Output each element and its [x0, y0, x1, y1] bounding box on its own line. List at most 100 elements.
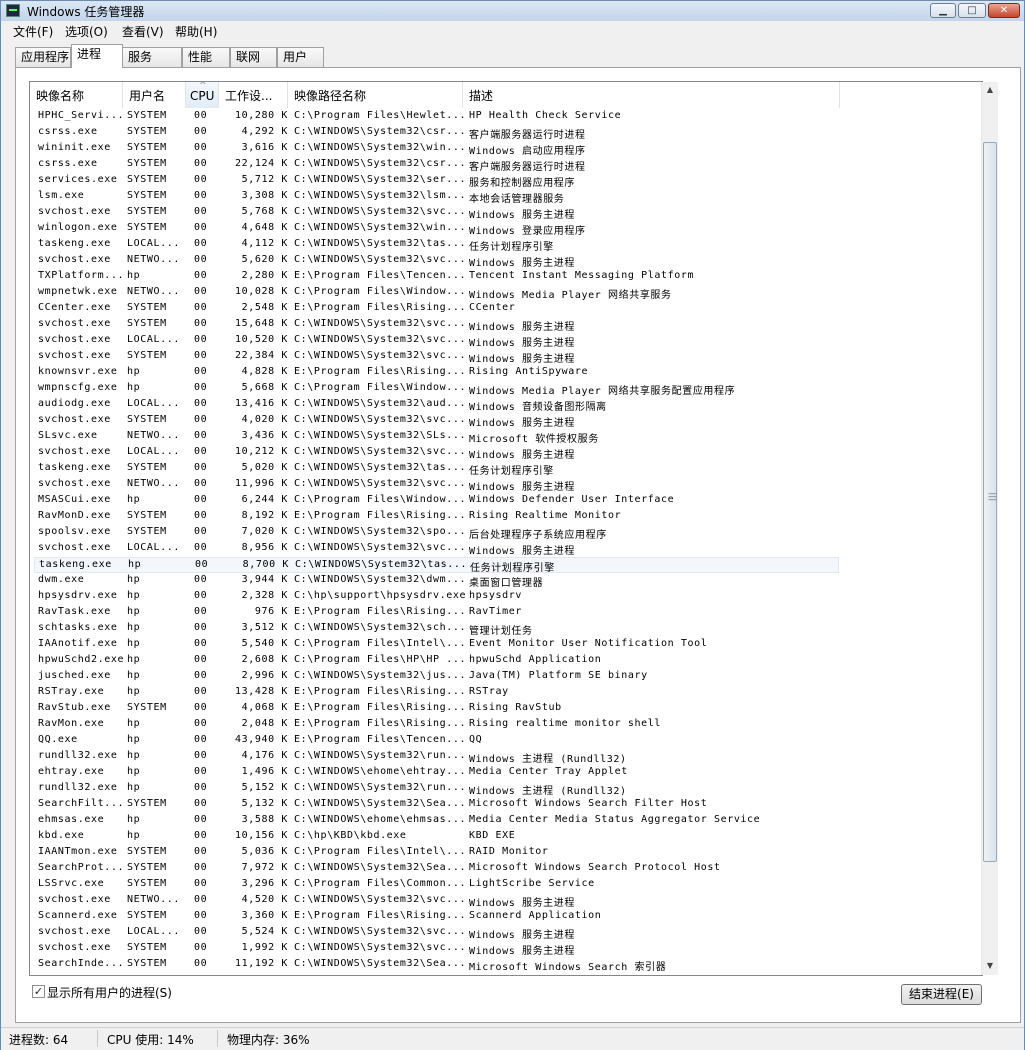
process-row[interactable]: audiodg.exe LOCAL... 00 13,416 K C:\WINDOWS\… — [34, 397, 839, 413]
process-row[interactable]: taskeng.exe hp 00 8,700 K C:\WINDOWS\System3… — [34, 557, 839, 574]
col-header-memory[interactable]: 工作设... — [219, 82, 288, 108]
process-row[interactable]: svchost.exe SYSTEM 00 4,020 K C:\WINDOWS\Sys… — [34, 413, 839, 429]
process-row[interactable]: IAAnotif.exe hp 00 5,540 K C:\Program Files\… — [34, 637, 839, 653]
process-row[interactable]: svchost.exe LOCAL... 00 8,956 K C:\WINDOWS\S… — [34, 541, 839, 557]
process-row[interactable]: RavTask.exe hp 00 976 K E:\Program Files\Ris… — [34, 605, 839, 621]
process-row[interactable]: knownsvr.exe hp 00 4,828 K E:\Program Files\… — [34, 365, 839, 381]
process-row[interactable]: taskeng.exe SYSTEM 00 5,020 K C:\WINDOWS\Sys… — [34, 461, 839, 477]
process-row[interactable]: SLsvc.exe NETWO... 00 3,436 K C:\WINDOWS\Sys… — [34, 429, 839, 445]
menu-file[interactable]: 文件(F) — [13, 23, 53, 40]
process-row[interactable]: svchost.exe SYSTEM 00 15,648 K C:\WINDOWS\Sy… — [34, 317, 839, 333]
process-row[interactable]: SearchFilt... SYSTEM 00 5,132 K C:\WINDOWS\S… — [34, 797, 839, 813]
process-row[interactable]: svchost.exe LOCAL... 00 10,212 K C:\WINDOWS\… — [34, 445, 839, 461]
process-row[interactable]: MSASCui.exe hp 00 6,244 K C:\Program Files\W… — [34, 493, 839, 509]
process-row[interactable]: Scannerd.exe SYSTEM 00 3,360 K E:\Program Fi… — [34, 909, 839, 925]
process-row[interactable]: hpwuSchd2.exe hp 00 2,608 K C:\Program Files… — [34, 653, 839, 669]
maximize-icon[interactable]: □ — [958, 3, 986, 18]
process-row[interactable]: kbd.exe hp 00 10,156 K C:\hp\KBD\kbd.exe KBD … — [34, 829, 839, 845]
process-row[interactable]: rundll32.exe hp 00 5,152 K C:\WINDOWS\System… — [34, 781, 839, 797]
col-header-cpu[interactable]: ^ CPU — [186, 82, 219, 108]
process-cpu: 00 — [194, 878, 208, 889]
process-cpu: 00 — [194, 190, 208, 201]
process-row[interactable]: QQ.exe hp 00 43,940 K E:\Program Files\Tence… — [34, 733, 839, 749]
process-description: LightScribe Service — [469, 878, 595, 889]
process-row[interactable]: RavStub.exe SYSTEM 00 4,068 K E:\Program Fil… — [34, 701, 839, 717]
col-header-description[interactable]: 描述 — [463, 82, 840, 108]
process-row[interactable]: SearchInde... SYSTEM 00 11,192 K C:\WINDOWS\… — [34, 957, 839, 973]
process-row[interactable]: svchost.exe SYSTEM 00 1,992 K C:\WINDOWS\Sys… — [34, 941, 839, 957]
process-user: hp — [127, 382, 141, 393]
process-row[interactable]: RavMon.exe hp 00 2,048 K E:\Program Files\Ri… — [34, 717, 839, 733]
tab-applications[interactable]: 应用程序 — [15, 47, 71, 67]
process-description: Windows 音频设备图形隔离 — [469, 402, 607, 413]
end-process-button[interactable]: 结束进程(E) — [901, 984, 982, 1005]
scroll-down-icon[interactable]: ▼ — [982, 958, 998, 974]
col-header-image-path[interactable]: 映像路径名称 — [288, 82, 463, 108]
process-row[interactable]: jusched.exe hp 00 2,996 K C:\WINDOWS\System3… — [34, 669, 839, 685]
process-row[interactable]: wininit.exe SYSTEM 00 3,616 K C:\WINDOWS\Sys… — [34, 141, 839, 157]
process-list[interactable]: 映像名称 用户名 ^ CPU 工作设... 映像路径名称 描述 HPHC_Ser… — [29, 81, 983, 976]
process-user: SYSTEM — [127, 526, 167, 537]
process-description: Windows Media Player 网络共享服务配置应用程序 — [469, 386, 736, 397]
process-row[interactable]: svchost.exe NETWO... 00 11,996 K C:\WINDOWS\… — [34, 477, 839, 493]
process-row[interactable]: LSSrvc.exe SYSTEM 00 3,296 K C:\Program File… — [34, 877, 839, 893]
close-icon[interactable]: ✕ — [988, 3, 1020, 18]
menu-options[interactable]: 选项(O) — [65, 23, 108, 40]
process-memory: 13,416 K — [235, 398, 288, 409]
process-memory: 7,972 K — [241, 862, 288, 873]
col-header-user[interactable]: 用户名 — [123, 82, 186, 108]
col-header-image-name[interactable]: 映像名称 — [30, 82, 123, 108]
tab-users[interactable]: 用户 — [277, 47, 324, 67]
process-memory: 6,244 K — [241, 494, 288, 505]
show-all-users-label[interactable]: 显示所有用户的进程(S) — [47, 984, 172, 1001]
process-row[interactable]: services.exe SYSTEM 00 5,712 K C:\WINDOWS\Sy… — [34, 173, 839, 189]
process-user: NETWO... — [127, 894, 180, 905]
process-row[interactable]: taskeng.exe LOCAL... 00 4,112 K C:\WINDOWS\S… — [34, 237, 839, 253]
minimize-icon[interactable]: ▁ — [930, 3, 956, 18]
process-row[interactable]: SearchProt... SYSTEM 00 7,972 K C:\WINDOWS\S… — [34, 861, 839, 877]
process-user: LOCAL... — [127, 398, 180, 409]
process-row[interactable]: ehtray.exe hp 00 1,496 K C:\WINDOWS\ehome\eh… — [34, 765, 839, 781]
process-row[interactable]: TXPlatform... hp 00 2,280 K E:\Program Files… — [34, 269, 839, 285]
process-row[interactable]: winlogon.exe SYSTEM 00 4,648 K C:\WINDOWS\Sy… — [34, 221, 839, 237]
process-row[interactable]: RavMonD.exe SYSTEM 00 8,192 K E:\Program Fil… — [34, 509, 839, 525]
process-row[interactable]: CCenter.exe SYSTEM 00 2,548 K E:\Program Fil… — [34, 301, 839, 317]
tab-performance[interactable]: 性能 — [182, 47, 230, 67]
process-row[interactable]: lsm.exe SYSTEM 00 3,308 K C:\WINDOWS\System3… — [34, 189, 839, 205]
process-row[interactable]: wmpnetwk.exe NETWO... 00 10,028 K C:\Program… — [34, 285, 839, 301]
process-row[interactable]: svchost.exe NETWO... 00 5,620 K C:\WINDOWS\S… — [34, 253, 839, 269]
process-row[interactable]: svchost.exe LOCAL... 00 10,520 K C:\WINDOWS\… — [34, 333, 839, 349]
process-row[interactable]: svchost.exe SYSTEM 00 22,384 K C:\WINDOWS\Sy… — [34, 349, 839, 365]
process-row[interactable]: hpsysdrv.exe hp 00 2,328 K C:\hp\support\hps… — [34, 589, 839, 605]
process-row[interactable]: spoolsv.exe SYSTEM 00 7,020 K C:\WINDOWS\Sys… — [34, 525, 839, 541]
menu-help[interactable]: 帮助(H) — [175, 23, 217, 40]
process-row[interactable]: RSTray.exe hp 00 13,428 K E:\Program Files\R… — [34, 685, 839, 701]
tab-networking[interactable]: 联网 — [230, 47, 277, 67]
tab-services[interactable]: 服务 — [122, 47, 182, 67]
menu-view[interactable]: 查看(V) — [122, 23, 164, 40]
process-row[interactable]: dwm.exe hp 00 3,944 K C:\WINDOWS\System32\dw… — [34, 573, 839, 589]
process-row[interactable]: wmpnscfg.exe hp 00 5,668 K C:\Program Files\… — [34, 381, 839, 397]
process-memory: 5,768 K — [241, 206, 288, 217]
process-user: SYSTEM — [127, 190, 167, 201]
show-all-users-checkbox[interactable]: ✓ — [32, 985, 45, 998]
process-cpu: 00 — [194, 462, 208, 473]
process-row[interactable]: svchost.exe NETWO... 00 4,520 K C:\WINDOWS\S… — [34, 893, 839, 909]
tab-processes[interactable]: 进程 — [71, 44, 123, 68]
process-user: SYSTEM — [127, 414, 167, 425]
process-row[interactable]: svchost.exe LOCAL... 00 5,524 K C:\WINDOWS\S… — [34, 925, 839, 941]
process-row[interactable]: svchost.exe SYSTEM 00 5,768 K C:\WINDOWS\Sys… — [34, 205, 839, 221]
scrollbar-thumb[interactable]: — — — — [983, 142, 997, 862]
process-row[interactable]: csrss.exe SYSTEM 00 4,292 K C:\WINDOWS\Syste… — [34, 125, 839, 141]
process-memory: 5,540 K — [241, 638, 288, 649]
process-row[interactable]: rundll32.exe hp 00 4,176 K C:\WINDOWS\System… — [34, 749, 839, 765]
process-row[interactable]: schtasks.exe hp 00 3,512 K C:\WINDOWS\System… — [34, 621, 839, 637]
process-row[interactable]: csrss.exe SYSTEM 00 22,124 K C:\WINDOWS\Syst… — [34, 157, 839, 173]
process-row[interactable]: IAANTmon.exe SYSTEM 00 5,036 K C:\Program Fi… — [34, 845, 839, 861]
title-bar[interactable]: Windows 任务管理器 ▁ □ ✕ — [1, 1, 1024, 21]
process-row[interactable]: ehmsas.exe hp 00 3,588 K C:\WINDOWS\ehome\eh… — [34, 813, 839, 829]
process-name: RavMonD.exe — [38, 510, 111, 521]
process-row[interactable]: HPHC_Servi... SYSTEM 00 10,280 K C:\Program … — [34, 109, 839, 125]
vertical-scrollbar[interactable]: ▲ — — — ▼ — [981, 82, 998, 975]
scroll-up-icon[interactable]: ▲ — [982, 82, 998, 98]
